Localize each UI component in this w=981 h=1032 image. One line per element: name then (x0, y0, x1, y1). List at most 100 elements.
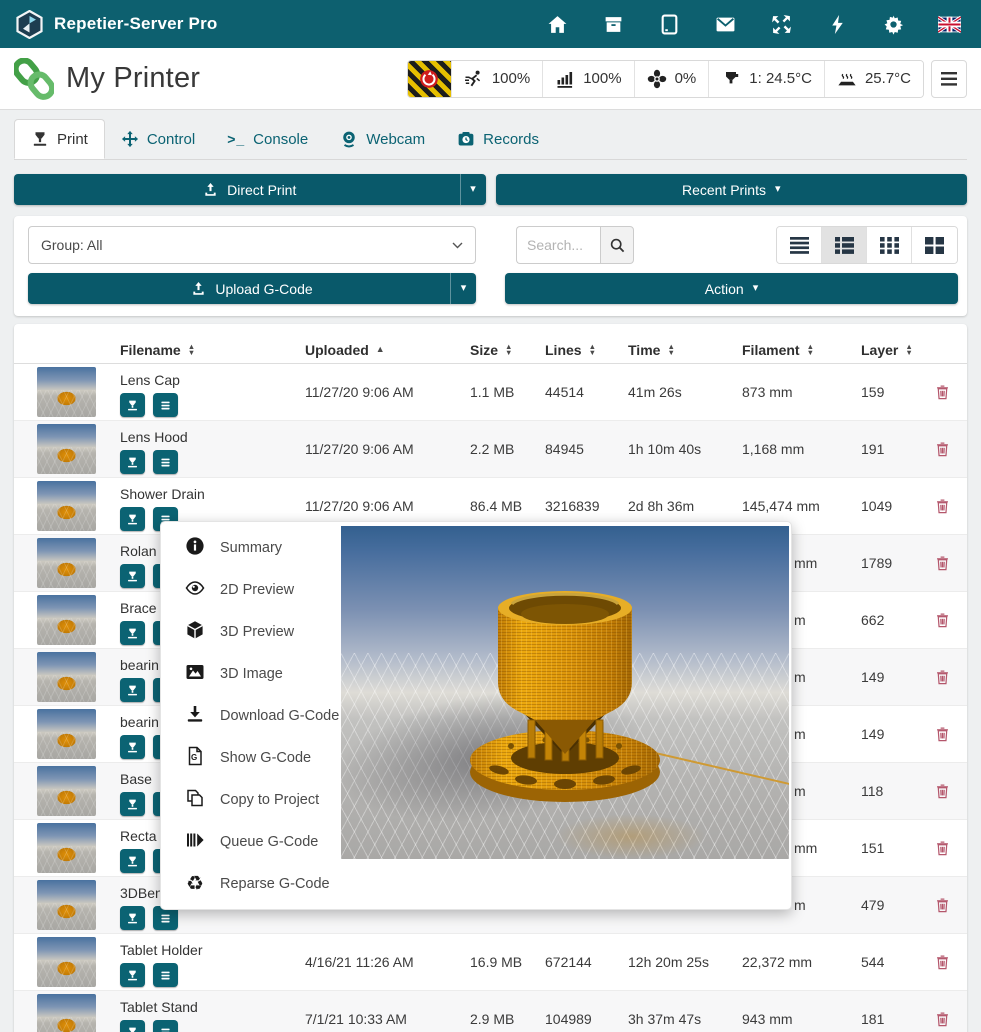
gcode-thumbnail[interactable] (37, 880, 96, 930)
context-menu-item[interactable]: 2D Preview (161, 569, 341, 611)
gcode-menu-button[interactable] (153, 1020, 178, 1032)
gcode-thumbnail[interactable] (37, 367, 96, 417)
print-gcode-button[interactable] (120, 792, 145, 816)
menu-item-label: Summary (220, 540, 282, 556)
context-menu-item[interactable]: Show G-Code (161, 737, 341, 779)
direct-print-dropdown[interactable]: ▾ (460, 174, 486, 205)
column-header-filament[interactable]: Filament▲▼ (742, 342, 861, 358)
fan-status[interactable]: 0% (635, 61, 710, 97)
gcode-thumbnail[interactable] (37, 424, 96, 474)
delete-gcode-button[interactable] (935, 954, 950, 971)
view-list-button[interactable] (777, 227, 822, 263)
column-header-time[interactable]: Time▲▼ (628, 342, 742, 358)
gcode-menu-button[interactable] (153, 963, 178, 987)
print-gcode-button[interactable] (120, 1020, 145, 1032)
bed-temp-status[interactable]: 25.7°C (825, 61, 923, 97)
gcode-thumbnail[interactable] (37, 994, 96, 1032)
print-gcode-button[interactable] (120, 963, 145, 987)
context-menu-item[interactable]: ♻ Reparse G-Code (161, 863, 341, 905)
table-row[interactable]: Lens Cap 11/27/20 9:06 AM 1.1 MB 44514 4… (14, 364, 967, 421)
gcode-thumbnail[interactable] (37, 652, 96, 702)
print-icon (126, 912, 139, 925)
tab-print[interactable]: Print (14, 119, 105, 159)
column-header-lines[interactable]: Lines▲▼ (545, 342, 628, 358)
speed-status[interactable]: 100% (452, 61, 543, 97)
tab-records[interactable]: Records (441, 119, 555, 159)
delete-gcode-button[interactable] (935, 783, 950, 800)
tab-webcam[interactable]: Webcam (324, 119, 441, 159)
table-row[interactable]: Lens Hood 11/27/20 9:06 AM 2.2 MB 84945 … (14, 421, 967, 478)
sort-icon: ▲▼ (505, 344, 512, 356)
expand-icon[interactable] (770, 13, 793, 36)
gcode-thumbnail[interactable] (37, 595, 96, 645)
context-menu-item[interactable]: Summary (161, 527, 341, 569)
search-input[interactable] (516, 226, 600, 264)
tab-console[interactable]: >_ Console (211, 119, 324, 159)
group-select[interactable]: Group: All (28, 226, 476, 264)
print-gcode-button[interactable] (120, 393, 145, 417)
gcode-menu-button[interactable] (153, 393, 178, 417)
home-icon[interactable] (546, 13, 569, 36)
emergency-stop-button[interactable] (408, 61, 452, 97)
direct-print-button[interactable]: Direct Print ▾ (14, 174, 486, 205)
delete-gcode-button[interactable] (935, 441, 950, 458)
context-menu-item[interactable]: Copy to Project (161, 779, 341, 821)
gcode-thumbnail[interactable] (37, 937, 96, 987)
print-gcode-button[interactable] (120, 906, 145, 930)
gcode-thumbnail[interactable] (37, 709, 96, 759)
language-uk-flag-icon[interactable] (938, 13, 961, 36)
view-grid-large-button[interactable] (912, 227, 957, 263)
shower-drain-3d-render (449, 574, 681, 826)
print-gcode-button[interactable] (120, 735, 145, 759)
view-list-detail-button[interactable] (822, 227, 867, 263)
action-button[interactable]: Action ▾ (505, 273, 958, 304)
tab-control[interactable]: Control (105, 119, 211, 159)
mail-icon[interactable] (714, 13, 737, 36)
delete-gcode-button[interactable] (935, 555, 950, 572)
extruder-temp-status[interactable]: 1: 24.5°C (709, 61, 825, 97)
gcode-thumbnail[interactable] (37, 823, 96, 873)
print-gcode-button[interactable] (120, 621, 145, 645)
table-row[interactable]: Tablet Holder 4/16/21 11:26 AM 16.9 MB 6… (14, 934, 967, 991)
column-header-size[interactable]: Size▲▼ (470, 342, 545, 358)
context-menu-item[interactable]: 3D Image (161, 653, 341, 695)
gcode-thumbnail[interactable] (37, 538, 96, 588)
settings-icon[interactable] (882, 13, 905, 36)
print-gcode-button[interactable] (120, 450, 145, 474)
upload-gcode-button[interactable]: Upload G-Code ▾ (28, 273, 476, 304)
delete-gcode-button[interactable] (935, 726, 950, 743)
column-header-uploaded[interactable]: Uploaded▲ (305, 342, 470, 358)
power-icon[interactable] (826, 13, 849, 36)
view-mode-toggles (776, 226, 958, 264)
upload-gcode-dropdown[interactable]: ▾ (450, 273, 476, 304)
delete-gcode-button[interactable] (935, 384, 950, 401)
tablet-icon[interactable] (658, 13, 681, 36)
print-gcode-button[interactable] (120, 678, 145, 702)
delete-gcode-button[interactable] (935, 1011, 950, 1028)
flow-status[interactable]: 100% (543, 61, 634, 97)
printer-menu-button[interactable] (931, 60, 967, 98)
info-icon (185, 536, 205, 560)
gcode-thumbnail[interactable] (37, 481, 96, 531)
delete-gcode-button[interactable] (935, 897, 950, 914)
gcode-thumbnail[interactable] (37, 766, 96, 816)
printer-box-icon[interactable] (602, 13, 625, 36)
delete-gcode-button[interactable] (935, 612, 950, 629)
context-menu-item[interactable]: Download G-Code (161, 695, 341, 737)
column-header-filename[interactable]: Filename▲▼ (120, 342, 305, 358)
view-grid-small-button[interactable] (867, 227, 912, 263)
table-row[interactable]: Tablet Stand 7/1/21 10:33 AM 2.9 MB 1049… (14, 991, 967, 1032)
print-gcode-button[interactable] (120, 564, 145, 588)
gcode-menu-button[interactable] (153, 450, 178, 474)
print-gcode-button[interactable] (120, 849, 145, 873)
search-button[interactable] (600, 226, 634, 264)
delete-gcode-button[interactable] (935, 498, 950, 515)
brand[interactable]: Repetier-Server Pro (16, 10, 217, 39)
column-header-layer[interactable]: Layer▲▼ (861, 342, 935, 358)
delete-gcode-button[interactable] (935, 840, 950, 857)
delete-gcode-button[interactable] (935, 669, 950, 686)
context-menu-item[interactable]: 3D Preview (161, 611, 341, 653)
print-gcode-button[interactable] (120, 507, 145, 531)
context-menu-item[interactable]: Queue G-Code (161, 821, 341, 863)
recent-prints-button[interactable]: Recent Prints ▾ (496, 174, 968, 205)
